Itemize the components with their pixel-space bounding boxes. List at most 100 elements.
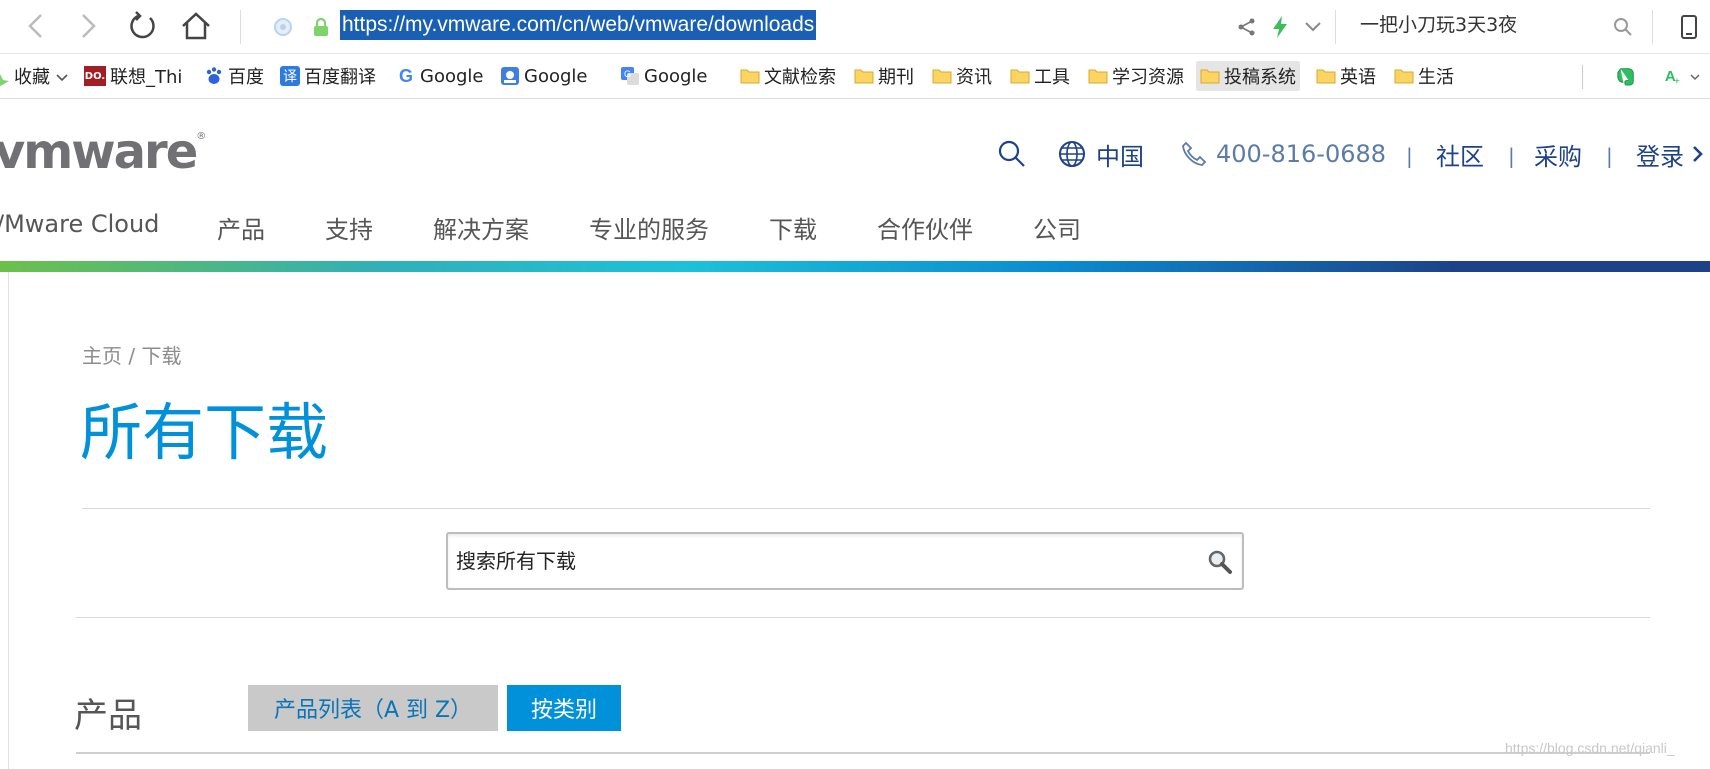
bookmark-baidu-translate[interactable]: 译 百度翻译 [276, 61, 380, 91]
downloads-search-input[interactable] [456, 534, 1196, 588]
nav-vmware-cloud[interactable]: /Mware Cloud [0, 210, 159, 238]
bookmark-folder-submission[interactable]: 投稿系统 [1196, 61, 1300, 91]
nav-support[interactable]: 支持 [325, 210, 373, 245]
bookmark-google-scholar[interactable]: Google [496, 61, 591, 91]
lightning-icon[interactable] [1267, 14, 1293, 40]
util-separator: | [1406, 144, 1413, 168]
downloads-search-button[interactable] [1206, 548, 1234, 576]
address-separator [240, 10, 241, 44]
bookmark-label: Google [420, 65, 484, 87]
page-title: 所有下载 [80, 396, 329, 469]
google-translate-icon: G [620, 66, 640, 86]
home-button[interactable] [178, 8, 214, 44]
folder-icon [1200, 66, 1220, 86]
bookmark-label: 百度翻译 [304, 67, 376, 88]
evernote-extension[interactable] [1612, 61, 1644, 91]
bookmark-label: 联想_Thi [110, 67, 183, 88]
baidu-translate-icon: 译 [280, 66, 300, 86]
bookmark-folder-life[interactable]: 生活 [1390, 61, 1458, 91]
tablet-icon[interactable] [1676, 14, 1702, 40]
nav-company[interactable]: 公司 [1033, 210, 1081, 245]
forward-button[interactable] [70, 8, 106, 44]
translate-extension[interactable]: A + [1660, 61, 1704, 91]
downloads-search-box [446, 532, 1244, 590]
browser-search-input[interactable]: 一把小刀玩3天3夜 [1360, 10, 1517, 40]
bookmark-folder-learning[interactable]: 学习资源 [1084, 61, 1188, 91]
site-identity-icon[interactable] [272, 16, 294, 38]
login-label: 登录 [1636, 142, 1684, 171]
nav-solutions[interactable]: 解决方案 [433, 210, 529, 245]
bookmark-label: 投稿系统 [1224, 67, 1296, 88]
svg-text:G: G [624, 69, 631, 79]
folder-icon [854, 66, 874, 86]
search-icon [998, 140, 1025, 167]
lock-icon [310, 16, 332, 38]
star-icon [0, 66, 10, 86]
address-bar-url[interactable]: https://my.vmware.com/cn/web/vmware/down… [340, 10, 817, 40]
util-separator: | [1508, 144, 1515, 168]
nav-services[interactable]: 专业的服务 [589, 210, 709, 245]
divider [76, 617, 1650, 618]
browser-toolbar: https://my.vmware.com/cn/web/vmware/down… [0, 0, 1710, 54]
site-header: vmware® 中国 400-816-0688 | 社区 | 采购 | 登录 /… [0, 100, 1710, 272]
bookmark-google[interactable]: G Google [392, 61, 487, 91]
bookmark-lenovo[interactable]: DO. 联想_Thi [80, 61, 186, 91]
purchase-link[interactable]: 采购 [1534, 134, 1582, 174]
bookmark-label: 英语 [1340, 67, 1376, 88]
divider [76, 752, 1650, 754]
globe-icon [1059, 141, 1085, 167]
toolbar-separator [1652, 10, 1653, 44]
community-link[interactable]: 社区 [1436, 134, 1484, 174]
search-icon[interactable] [1610, 14, 1636, 40]
logo-text: vmware [0, 124, 198, 180]
chevron-right-icon [1693, 146, 1703, 162]
bookmark-baidu[interactable]: 百度 [200, 61, 268, 91]
folder-icon [740, 66, 760, 86]
bookmark-label: 生活 [1418, 67, 1454, 88]
google-g-icon: G [398, 65, 413, 86]
site-search-button[interactable] [997, 134, 1027, 174]
bookmark-folder-journals[interactable]: 期刊 [850, 61, 918, 91]
folder-icon [1010, 66, 1030, 86]
registered-mark: ® [196, 131, 206, 142]
phone-link[interactable]: 400-816-0688 [1180, 134, 1386, 174]
bookmark-google-translate[interactable]: G Google [616, 61, 711, 91]
breadcrumb[interactable]: 主页 / 下载 [82, 340, 181, 369]
purchase-label: 采购 [1534, 142, 1582, 171]
search-separator [1335, 10, 1336, 44]
bookmark-folder-news[interactable]: 资讯 [928, 61, 996, 91]
vmware-logo[interactable]: vmware® [0, 128, 206, 176]
lenovo-icon: DO. [84, 66, 106, 86]
chevron-down-icon [1690, 66, 1700, 87]
nav-downloads[interactable]: 下载 [769, 210, 817, 245]
chevron-down-icon [56, 66, 68, 87]
nav-partners[interactable]: 合作伙伴 [877, 210, 973, 245]
nav-products[interactable]: 产品 [217, 210, 265, 245]
folder-icon [932, 66, 952, 86]
share-icon[interactable] [1234, 14, 1260, 40]
baidu-paw-icon [204, 66, 224, 86]
bookmark-label: Google [644, 65, 708, 87]
back-button[interactable] [18, 8, 54, 44]
bookmark-folder-english[interactable]: 英语 [1312, 61, 1380, 91]
tab-by-category[interactable]: 按类别 [507, 685, 621, 731]
bookmark-folder-literature[interactable]: 文献检索 [736, 61, 840, 91]
products-heading: 产品 [74, 696, 142, 736]
community-label: 社区 [1436, 142, 1484, 171]
phone-number: 400-816-0688 [1216, 140, 1387, 168]
folder-icon [1088, 66, 1108, 86]
bookmark-label: Google [524, 65, 588, 87]
tab-product-list-a-z[interactable]: 产品列表（A 到 Z） [248, 685, 498, 731]
util-separator: | [1606, 144, 1613, 168]
bookmarks-separator [1582, 65, 1583, 89]
bookmarks-bar: 收藏 DO. 联想_Thi 百度 译 百度翻译 G Google Google … [0, 55, 1710, 99]
login-link[interactable]: 登录 [1636, 134, 1704, 174]
region-selector[interactable]: 中国 [1058, 134, 1144, 174]
bookmark-favorites[interactable]: 收藏 [0, 61, 72, 91]
bookmark-label: 期刊 [878, 67, 914, 88]
translate-extension-icon: A + [1664, 66, 1684, 87]
bookmark-folder-tools[interactable]: 工具 [1006, 61, 1074, 91]
chevron-down-icon[interactable] [1300, 14, 1326, 40]
magnifier-icon [1208, 550, 1232, 574]
reload-button[interactable] [124, 8, 160, 44]
